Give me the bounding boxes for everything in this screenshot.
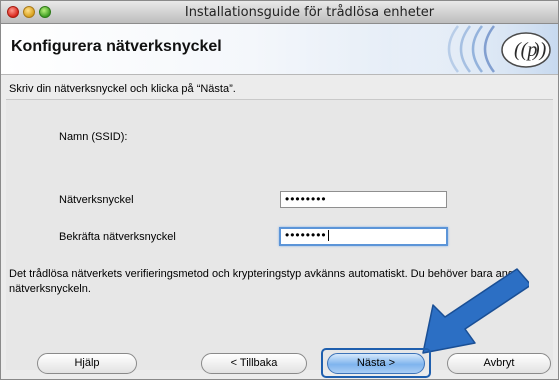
instruction-text: Skriv din nätverksnyckel och klicka på “… [9,83,236,95]
network-key-label: Nätverksnyckel [59,194,134,206]
zoom-window-icon[interactable] [39,6,51,18]
help-button[interactable]: Hjälp [37,353,137,374]
installer-window: Installationsguide för trådlösa enheter … [0,0,559,380]
next-button[interactable]: Nästa > [327,353,425,374]
cancel-button[interactable]: Avbryt [447,353,551,374]
confirm-key-label: Bekräfta nätverksnyckel [59,231,176,243]
confirm-key-value: •••••••• [285,228,327,242]
close-window-icon[interactable] [7,6,19,18]
ssid-label: Namn (SSID): [59,131,128,143]
network-key-field[interactable]: •••••••• [280,191,447,208]
minimize-window-icon[interactable] [23,6,35,18]
svg-text:)): )) [532,39,547,61]
window-title: Installationsguide för trådlösa enheter [184,5,435,20]
back-button[interactable]: < Tillbaka [201,353,307,374]
wireless-logo-icon: ((p )) [388,24,558,74]
text-cursor [327,230,329,242]
confirm-key-field[interactable]: •••••••• [279,227,448,246]
pointer-arrow-icon [422,268,529,354]
title-bar[interactable]: Installationsguide för trådlösa enheter [1,1,558,24]
header-banner: Konfigurera nätverksnyckel ((p )) [1,24,558,75]
page-title: Konfigurera nätverksnyckel [11,38,222,55]
